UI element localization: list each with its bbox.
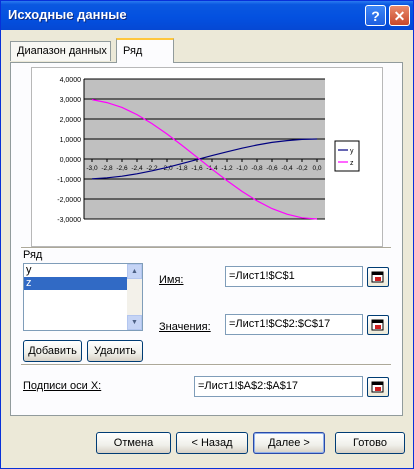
y-tick-label: 0,0000 bbox=[60, 157, 82, 164]
dialog-window: Исходные данные ? ✕ Диапазон данных Ряд … bbox=[0, 0, 414, 469]
chart-separator bbox=[21, 247, 391, 249]
series-listbox[interactable]: y z ▲ ▼ bbox=[23, 263, 143, 331]
legend-label-z: z bbox=[350, 160, 354, 167]
series-item-y[interactable]: y bbox=[24, 264, 127, 277]
tab-panel: 4,0000 3,0000 2,0000 1,0000 0,0000 -1,0000 -2,… bbox=[10, 62, 403, 416]
add-series-button[interactable]: Добавить bbox=[23, 340, 82, 362]
name-label: Имя: bbox=[159, 274, 184, 286]
chart-svg: 4,0000 3,0000 2,0000 1,0000 0,0000 -1,0000 -2,… bbox=[57, 77, 360, 224]
close-icon[interactable]: ✕ bbox=[389, 5, 410, 26]
x-tick-label: -0,2 bbox=[296, 165, 308, 172]
x-tick-label: 0,0 bbox=[312, 165, 321, 172]
legend-label-y: y bbox=[350, 148, 354, 155]
x-tick-label: -0,4 bbox=[281, 165, 293, 172]
chart-preview: 4,0000 3,0000 2,0000 1,0000 0,0000 -1,0000 -2,… bbox=[31, 67, 383, 247]
tab-strip: Диапазон данных Ряд bbox=[10, 38, 403, 63]
back-button[interactable]: < Назад bbox=[176, 432, 248, 454]
x-tick-label: -3,0 bbox=[86, 165, 98, 172]
x-tick-label: -0,6 bbox=[266, 165, 278, 172]
listbox-scrollbar[interactable]: ▲ ▼ bbox=[127, 264, 142, 330]
y-tick-label: 3,0000 bbox=[60, 97, 82, 104]
x-tick-label: -0,8 bbox=[251, 165, 263, 172]
finish-button[interactable]: Готово bbox=[335, 432, 405, 454]
window-title: Исходные данные bbox=[8, 7, 127, 22]
tab-series[interactable]: Ряд bbox=[116, 38, 174, 63]
range-select-icon[interactable] bbox=[367, 267, 389, 287]
y-tick-label: 4,0000 bbox=[60, 77, 82, 84]
tab-data-range[interactable]: Диапазон данных bbox=[10, 41, 111, 61]
values-label: Значения: bbox=[159, 321, 211, 333]
y-tick-label: 1,0000 bbox=[60, 137, 82, 144]
series-group-label: Ряд bbox=[23, 249, 43, 261]
name-field[interactable]: =Лист1!$C$1 bbox=[225, 266, 363, 287]
legend-box bbox=[334, 140, 360, 172]
y-tick-label: 2,0000 bbox=[60, 117, 82, 124]
scroll-up-icon[interactable]: ▲ bbox=[127, 264, 142, 279]
next-button[interactable]: Далее > bbox=[253, 432, 325, 454]
x-tick-label: -2,6 bbox=[116, 165, 128, 172]
x-labels-field[interactable]: =Лист1!$A$2:$A$17 bbox=[194, 376, 363, 397]
y-tick-label: -3,0000 bbox=[57, 217, 81, 224]
x-tick-label: -2,4 bbox=[131, 165, 143, 172]
title-bar[interactable]: Исходные данные ? ✕ bbox=[1, 1, 413, 30]
x-tick-label: -1,8 bbox=[176, 165, 188, 172]
plot-area bbox=[84, 79, 325, 219]
cancel-button[interactable]: Отмена bbox=[96, 432, 171, 454]
range-select-icon[interactable] bbox=[367, 315, 389, 335]
fields-separator bbox=[21, 364, 391, 366]
series-item-z[interactable]: z bbox=[24, 277, 127, 290]
x-tick-label: -1,0 bbox=[236, 165, 248, 172]
help-icon[interactable]: ? bbox=[365, 5, 386, 26]
values-field[interactable]: =Лист1!$C$2:$C$17 bbox=[225, 314, 363, 335]
y-tick-label: -1,0000 bbox=[57, 177, 81, 184]
x-tick-label: -1,6 bbox=[191, 165, 203, 172]
range-select-icon[interactable] bbox=[367, 377, 389, 397]
scroll-down-icon[interactable]: ▼ bbox=[127, 315, 142, 330]
x-tick-label: -2,8 bbox=[101, 165, 113, 172]
y-tick-label: -2,0000 bbox=[57, 197, 81, 204]
x-labels-label: Подписи оси X: bbox=[23, 380, 102, 392]
x-tick-label: -1,2 bbox=[221, 165, 233, 172]
delete-series-button[interactable]: Удалить bbox=[87, 340, 143, 362]
